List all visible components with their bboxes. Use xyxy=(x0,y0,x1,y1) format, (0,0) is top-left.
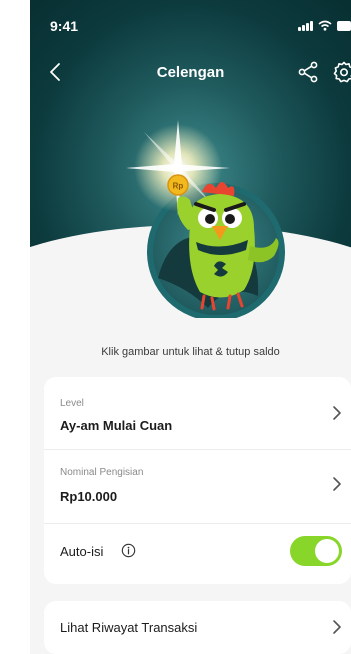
status-time: 9:41 xyxy=(50,18,79,34)
chevron-right-icon xyxy=(333,406,341,420)
status-bar: 9:41 xyxy=(50,18,351,38)
chevron-right-icon xyxy=(333,477,341,491)
gear-icon[interactable] xyxy=(332,60,351,84)
level-row[interactable]: Level Ay-am Mulai Cuan xyxy=(44,377,351,450)
signal-icon xyxy=(298,20,313,31)
history-label: Lihat Riwayat Transaksi xyxy=(60,620,198,635)
mascot-image[interactable]: Rp xyxy=(108,118,298,318)
level-label: Level xyxy=(60,398,84,409)
hint-text: Klik gambar untuk lihat & tutup saldo xyxy=(101,346,280,358)
share-icon[interactable] xyxy=(296,60,320,84)
nominal-value: Rp10.000 xyxy=(60,489,118,504)
settings-card: Level Ay-am Mulai Cuan Nominal Pengisian… xyxy=(44,377,351,584)
nominal-row[interactable]: Nominal Pengisian Rp10.000 xyxy=(44,450,351,524)
coin-text: Rp xyxy=(173,182,184,191)
nominal-label: Nominal Pengisian xyxy=(60,467,144,478)
nav-bar: Celengan xyxy=(30,58,351,88)
phone-screen: 9:41 Celengan Rp Klik gambar untuk lihat… xyxy=(30,0,351,654)
transaction-history-row[interactable]: Lihat Riwayat Transaksi xyxy=(44,601,351,654)
auto-fill-toggle[interactable] xyxy=(290,536,342,566)
chevron-right-icon xyxy=(333,620,341,634)
level-value: Ay-am Mulai Cuan xyxy=(60,418,173,433)
system-icons xyxy=(298,20,351,31)
toggle-knob xyxy=(315,539,339,563)
battery-icon xyxy=(337,20,351,31)
left-margin xyxy=(0,0,30,654)
auto-fill-row: Auto-isi xyxy=(44,524,351,584)
wifi-icon xyxy=(318,20,332,31)
auto-fill-label: Auto-isi xyxy=(60,544,104,559)
info-icon[interactable] xyxy=(121,543,136,558)
